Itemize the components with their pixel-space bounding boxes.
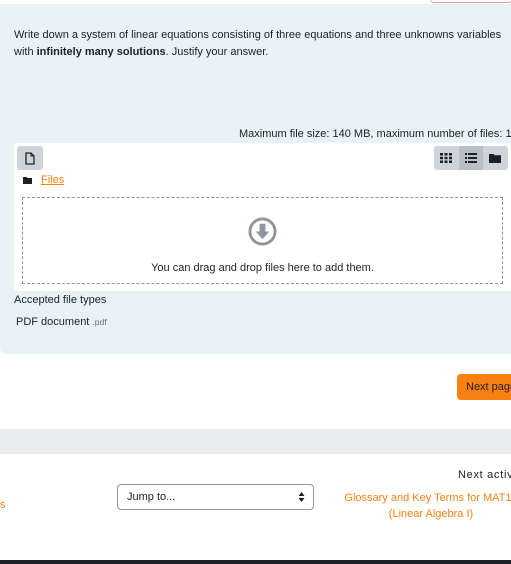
- accepted-type-name: PDF document: [16, 316, 90, 328]
- drop-zone[interactable]: You can drag and drop files here to add …: [22, 197, 503, 284]
- list-view-button[interactable]: [458, 146, 484, 170]
- view-toggle-group: [434, 146, 508, 170]
- download-circle-icon: [248, 217, 277, 246]
- folder-icon: [489, 154, 502, 163]
- question-text-bold: infinitely many solutions: [36, 45, 166, 58]
- grid-icon: [440, 153, 453, 163]
- list-icon: [464, 153, 477, 163]
- next-activity-link[interactable]: Glossary and Key Terms for MAT15 (Linear…: [336, 490, 511, 522]
- max-file-info: Maximum file size: 140 MB, maximum numbe…: [239, 128, 511, 140]
- grid-view-button[interactable]: [434, 146, 459, 170]
- accepted-types-label: Accepted file types: [14, 294, 107, 306]
- section-divider: [0, 429, 511, 454]
- footer-bar: [0, 560, 511, 564]
- next-activity-heading: Next activity: [458, 469, 511, 481]
- folder-view-button[interactable]: [483, 146, 508, 170]
- jump-to-select[interactable]: Jump to...: [117, 484, 314, 510]
- select-caret-icon: [298, 492, 305, 502]
- question-text-part: . Justify your answer.: [165, 45, 269, 58]
- next-page-button[interactable]: Next page: [457, 374, 511, 400]
- accepted-type-ext: .pdf: [92, 317, 107, 327]
- previous-activity-link[interactable]: s: [0, 499, 6, 511]
- file-icon: [25, 151, 35, 165]
- accepted-type-item: PDF document .pdf: [16, 316, 107, 328]
- jump-to-value: Jump to...: [127, 491, 176, 503]
- question-text: Write down a system of linear equations …: [14, 27, 509, 60]
- files-path-link[interactable]: Files: [41, 174, 64, 186]
- top-button-fragment[interactable]: [430, 0, 511, 3]
- add-file-button[interactable]: [17, 146, 43, 170]
- folder-icon: [23, 176, 32, 184]
- page: Write down a system of linear equations …: [0, 0, 511, 564]
- breadcrumb: Files: [23, 174, 64, 186]
- drop-zone-text: You can drag and drop files here to add …: [151, 262, 374, 274]
- file-manager: Files You can drag and drop files here t…: [14, 143, 511, 291]
